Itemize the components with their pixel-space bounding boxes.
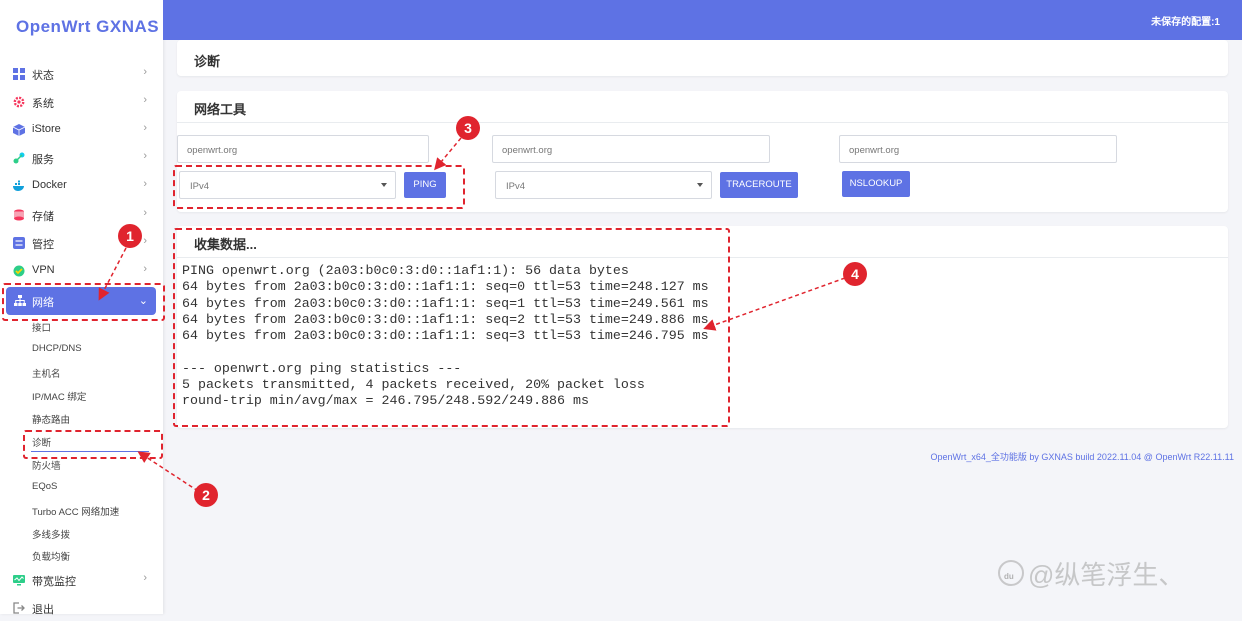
annotation-arrows [98,137,846,492]
watermark-text: @纵笔浮生、 [1028,560,1185,590]
annotation-badge-4: 4 [843,262,867,286]
watermark-logo-icon: du [998,560,1024,586]
annotation-badge-1: 1 [118,224,142,248]
annotation-badge-2: 2 [194,483,218,507]
annotation-badge-3: 3 [456,116,480,140]
watermark-logo-text: du [1004,572,1014,581]
